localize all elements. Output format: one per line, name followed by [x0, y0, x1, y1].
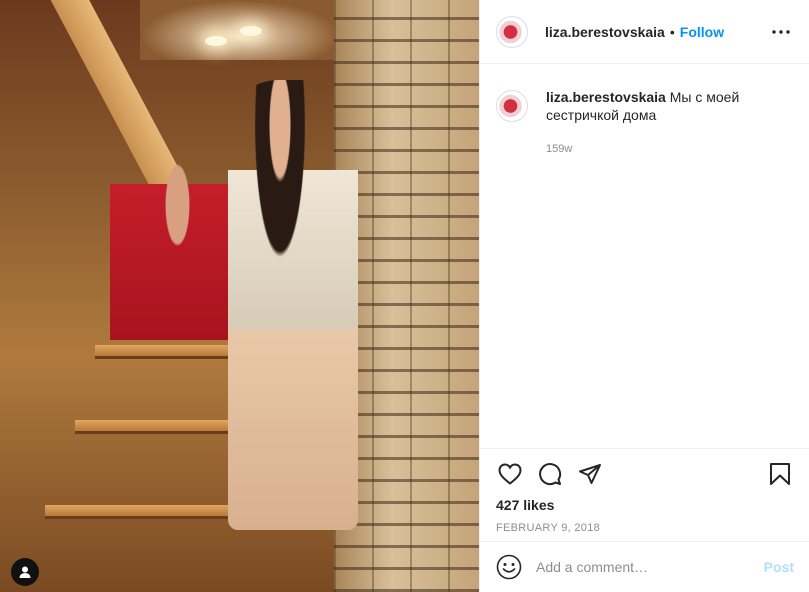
heart-icon: [498, 463, 522, 485]
caption: liza.berestovskaia Мы с моей сестричкой …: [480, 64, 809, 158]
girl-in-red-dress: [110, 130, 245, 430]
post-date[interactable]: FEBRUARY 9, 2018: [496, 522, 794, 534]
emoji-icon[interactable]: [496, 554, 522, 580]
comment-icon: [539, 463, 562, 486]
save-button[interactable]: [766, 460, 794, 488]
bookmark-icon: [770, 463, 790, 485]
post-header: liza.berestovskaia • Follow: [480, 0, 809, 64]
caption-body: liza.berestovskaia Мы с моей сестричкой …: [546, 88, 793, 158]
caption-avatar[interactable]: [496, 90, 528, 122]
action-icons: [496, 459, 794, 489]
tagged-user-badge[interactable]: [11, 558, 39, 586]
comment-button[interactable]: [536, 460, 564, 488]
caption-time[interactable]: 159w: [546, 140, 793, 158]
user-icon: [19, 566, 31, 578]
post-sidebar: liza.berestovskaia • Follow liza.beresto…: [479, 0, 809, 592]
comment-box: Post: [480, 541, 809, 592]
like-button[interactable]: [496, 460, 524, 488]
separator-dot: •: [669, 23, 675, 40]
header-username[interactable]: liza.berestovskaia: [545, 24, 665, 40]
woman-in-lace-dress: [228, 80, 358, 530]
share-icon: [579, 464, 601, 484]
avatar[interactable]: [496, 15, 528, 48]
caption-username[interactable]: liza.berestovskaia: [546, 89, 666, 105]
share-button[interactable]: [576, 460, 604, 488]
follow-button[interactable]: Follow: [680, 24, 724, 40]
ceiling-light: [205, 36, 227, 46]
more-options-button[interactable]: [769, 20, 793, 44]
post-photo[interactable]: [0, 0, 479, 592]
more-horizontal-icon: [772, 29, 790, 34]
comment-input[interactable]: [536, 559, 746, 575]
ceiling-light: [240, 26, 262, 36]
post-actions: 427 likes FEBRUARY 9, 2018: [480, 448, 809, 534]
post-comment-button[interactable]: Post: [764, 559, 794, 575]
likes-count[interactable]: 427 likes: [496, 497, 794, 513]
